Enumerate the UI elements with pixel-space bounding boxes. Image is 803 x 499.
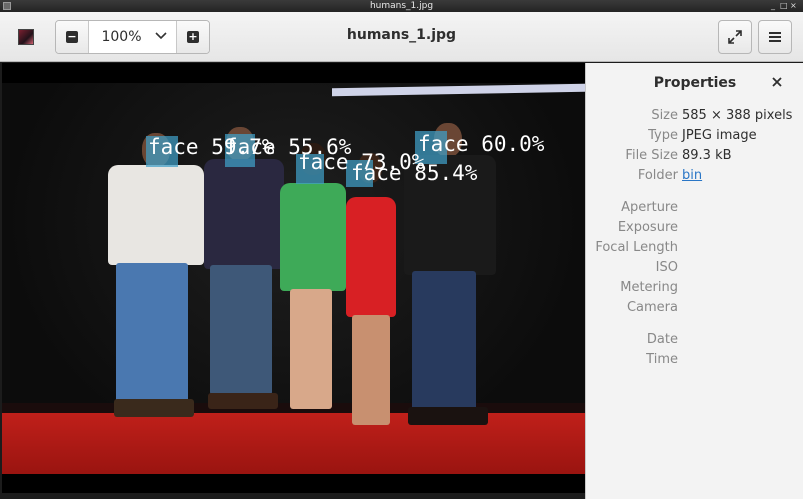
property-key: Metering	[620, 280, 678, 295]
property-row-exposure: Exposure	[586, 220, 803, 240]
property-row-type: Type JPEG image	[586, 128, 803, 148]
app-icon	[3, 2, 11, 10]
face-detection-label: face 85.4%	[351, 161, 478, 185]
chevron-down-icon	[154, 28, 168, 46]
window-titlebar: humans_1.jpg _ □ ×	[0, 0, 803, 12]
fullscreen-button[interactable]	[718, 20, 752, 54]
property-key: Aperture	[621, 200, 678, 215]
property-key: Type	[648, 128, 678, 143]
property-key: Date	[646, 332, 678, 347]
property-row-folder: Folder bin	[586, 168, 803, 188]
window-title-text: humans_1.jpg	[369, 1, 434, 11]
property-row-camera: Camera	[586, 300, 803, 320]
zoom-out-button[interactable]: −	[56, 21, 89, 53]
property-key: ISO	[655, 260, 678, 275]
property-value: 89.3 kB	[682, 148, 732, 163]
image-canvas[interactable]: face 59.7% face 55.6% face 73.0% face 85…	[2, 63, 585, 493]
properties-panel: Properties Size 585 × 388 pixels Type JP…	[585, 63, 803, 499]
zoom-level-value: 100%	[101, 29, 142, 45]
property-key: Size	[651, 108, 678, 123]
property-key: Time	[646, 352, 678, 367]
property-row-time: Time	[586, 352, 803, 372]
property-row-iso: ISO	[586, 260, 803, 280]
zoom-in-button[interactable]: +	[176, 21, 209, 53]
gallery-button[interactable]	[9, 20, 43, 54]
minimize-icon[interactable]: _	[771, 0, 775, 12]
property-row-date: Date	[586, 332, 803, 352]
face-detection-label: face 60.0%	[418, 132, 545, 156]
property-row-aperture: Aperture	[586, 200, 803, 220]
close-window-icon[interactable]: ×	[790, 0, 797, 12]
property-row-focal-length: Focal Length	[586, 240, 803, 260]
property-key: Exposure	[617, 220, 678, 235]
gallery-thumbnail-icon	[18, 29, 34, 45]
zoom-in-icon: +	[187, 30, 199, 43]
fullscreen-icon	[728, 30, 742, 44]
hamburger-menu-icon	[769, 32, 781, 42]
person-figure	[94, 131, 214, 431]
photo-banner	[332, 83, 585, 97]
zoom-level-dropdown[interactable]: 100%	[89, 21, 176, 53]
property-key: File Size	[625, 148, 678, 163]
property-row-file-size: File Size 89.3 kB	[586, 148, 803, 168]
property-key: Focal Length	[595, 240, 678, 255]
zoom-control: − 100% +	[55, 20, 210, 54]
zoom-out-icon: −	[66, 30, 78, 43]
property-row-size: Size 585 × 388 pixels	[586, 108, 803, 128]
photo: face 59.7% face 55.6% face 73.0% face 85…	[2, 83, 585, 474]
menu-button[interactable]	[758, 20, 792, 54]
folder-link[interactable]: bin	[682, 168, 702, 183]
person-figure	[338, 153, 408, 453]
close-icon[interactable]	[771, 74, 783, 92]
property-value: JPEG image	[682, 128, 757, 143]
property-value: 585 × 388 pixels	[682, 108, 793, 123]
property-key: Folder	[637, 168, 678, 183]
headerbar: − 100% +	[0, 12, 803, 62]
property-row-metering: Metering	[586, 280, 803, 300]
maximize-icon[interactable]: □	[780, 0, 788, 12]
property-key: Camera	[626, 300, 678, 315]
